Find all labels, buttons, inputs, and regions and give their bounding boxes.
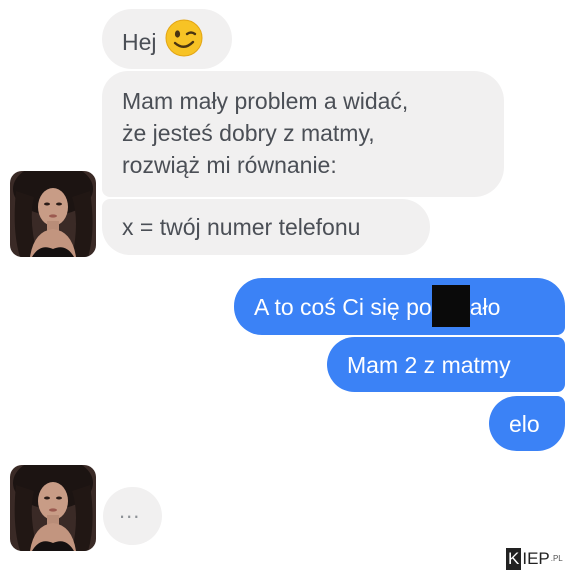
message-text: x = twój numer telefonu <box>122 214 361 240</box>
winking-smiley-icon <box>165 19 203 65</box>
typing-dots: ... <box>119 498 141 523</box>
incoming-message-bubble[interactable]: Mam mały problem a widać, że jesteś dobr… <box>102 71 504 197</box>
message-text-line: rozwiąż mi równanie: <box>122 152 337 178</box>
message-text: elo <box>509 411 540 437</box>
message-text: Mam 2 z matmy <box>347 352 511 378</box>
message-text-line: Mam mały problem a widać, <box>122 88 409 114</box>
message-text: Hej <box>122 29 157 56</box>
incoming-message-bubble[interactable]: Hej <box>102 9 232 69</box>
outgoing-message-bubble[interactable]: elo <box>489 396 565 451</box>
outgoing-message-bubble[interactable]: A to coś Ci się po ało <box>234 278 565 335</box>
avatar-photo <box>10 465 96 551</box>
typing-indicator: ... <box>103 487 162 545</box>
sender-avatar[interactable] <box>10 171 96 257</box>
outgoing-message-bubble[interactable]: Mam 2 z matmy <box>327 337 565 392</box>
watermark-logo-k: K <box>506 548 522 570</box>
message-text-start: A to coś Ci się po <box>254 294 432 321</box>
censor-box <box>431 285 470 327</box>
avatar-photo <box>10 171 96 257</box>
sender-avatar[interactable] <box>10 465 96 551</box>
message-text-line: że jesteś dobry z matmy, <box>122 120 375 146</box>
watermark-logo: K IEP.PL <box>506 548 563 570</box>
message-text-end: ało <box>469 294 501 321</box>
watermark-logo-text: IEP <box>522 549 550 568</box>
incoming-message-bubble[interactable]: x = twój numer telefonu <box>102 199 430 255</box>
watermark-logo-tld: .PL <box>550 554 563 563</box>
